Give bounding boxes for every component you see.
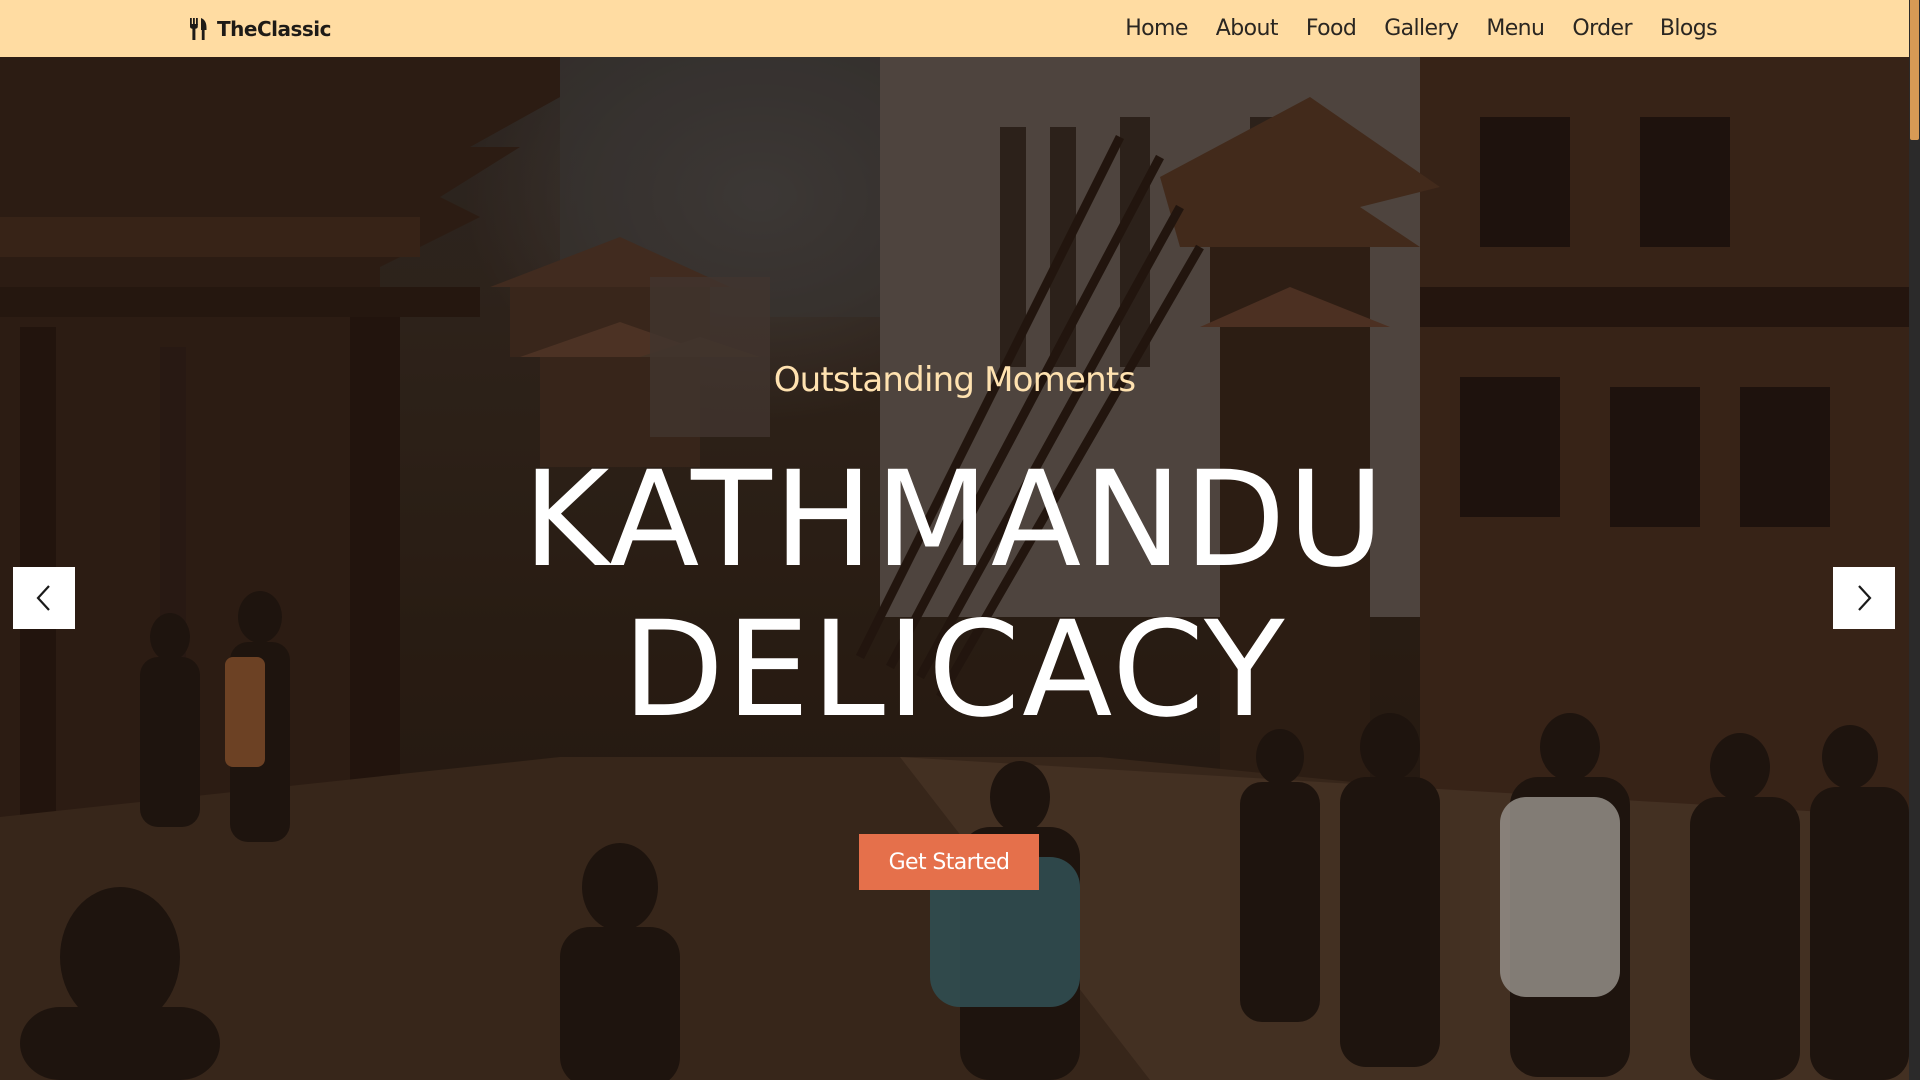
- brand-logo-link[interactable]: TheClassic: [189, 0, 332, 57]
- hero-content: Outstanding Moments KATHMANDU DELICACY G…: [0, 57, 1909, 1080]
- hero-subtitle: Outstanding Moments: [773, 360, 1136, 400]
- brand-name: TheClassic: [217, 16, 332, 41]
- hero-carousel: Outstanding Moments KATHMANDU DELICACY G…: [0, 57, 1909, 1080]
- fork-knife-icon: [190, 17, 207, 40]
- hero-title-line-2: DELICACY: [622, 593, 1287, 747]
- nav-link-menu[interactable]: Menu: [1486, 16, 1545, 41]
- page: TheClassic Home About Food Gallery Menu …: [0, 0, 1920, 1080]
- carousel-prev-button[interactable]: [13, 567, 75, 629]
- scrollbar-thumb[interactable]: [1910, 0, 1919, 140]
- hero-title-line-1: KATHMANDU: [522, 443, 1387, 597]
- nav-link-blogs[interactable]: Blogs: [1660, 16, 1718, 41]
- hero-title: KATHMANDU DELICACY: [0, 445, 1909, 745]
- nav-link-food[interactable]: Food: [1306, 16, 1357, 41]
- nav-link-gallery[interactable]: Gallery: [1384, 16, 1459, 41]
- nav-links: Home About Food Gallery Menu Order Blogs: [1125, 0, 1717, 57]
- chevron-right-icon: [1858, 585, 1872, 611]
- top-navbar: TheClassic Home About Food Gallery Menu …: [0, 0, 1909, 57]
- nav-link-home[interactable]: Home: [1125, 16, 1188, 41]
- get-started-button[interactable]: Get Started: [859, 834, 1039, 890]
- carousel-next-button[interactable]: [1833, 567, 1895, 629]
- nav-link-order[interactable]: Order: [1572, 16, 1632, 41]
- nav-link-about[interactable]: About: [1216, 16, 1279, 41]
- page-scrollbar[interactable]: [1909, 0, 1920, 1080]
- chevron-left-icon: [36, 585, 50, 611]
